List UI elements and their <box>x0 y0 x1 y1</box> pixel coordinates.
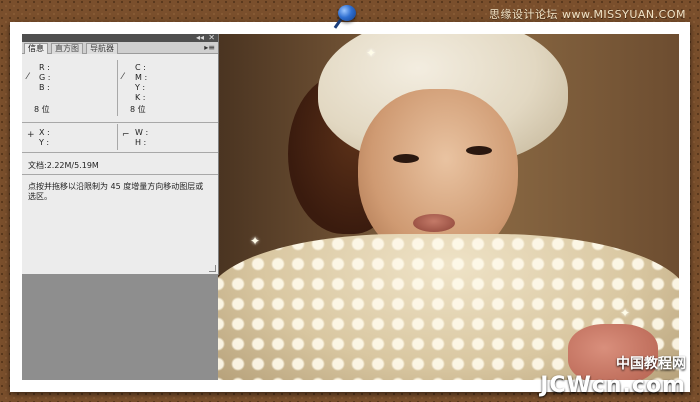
sparkle-icon: ✦ <box>366 46 377 60</box>
panel-divider <box>22 174 218 175</box>
panel-tabs: 信息 直方图 导航器 ▸≡ <box>22 42 218 54</box>
eyedropper-icon: ⁄ <box>27 72 29 82</box>
info-panel: ◂◂ ✕ 信息 直方图 导航器 ▸≡ ⁄ R : G : B : 8 位 ⁄ C… <box>22 34 219 275</box>
info-h: H : <box>135 138 147 147</box>
push-pin-icon <box>338 5 356 21</box>
info-r: R : <box>39 63 50 72</box>
tab-info[interactable]: 信息 <box>24 43 48 54</box>
tab-histogram[interactable]: 直方图 <box>51 43 83 54</box>
brand-watermark: 中国教程网 JCWcn.com <box>540 353 686 398</box>
info-g: G : <box>39 73 51 82</box>
brand-cn: 中国教程网 <box>616 356 686 372</box>
info-rgb-bits: 8 位 <box>34 105 50 114</box>
screenshot-content: ✦ ✦ ✦ ◂◂ ✕ 信息 直方图 导航器 ▸≡ ⁄ R : G : B : 8… <box>22 34 679 380</box>
info-c: C : <box>135 63 146 72</box>
sparkle-icon: ✦ <box>620 306 631 320</box>
photo-eye-right <box>466 146 492 155</box>
info-k: K : <box>135 93 146 102</box>
tab-navigator[interactable]: 导航器 <box>86 43 118 54</box>
panel-title-bar[interactable]: ◂◂ ✕ <box>22 34 218 42</box>
site-watermark: 思缘设计论坛 www.MISSYUAN.COM <box>488 8 686 21</box>
photo-lips <box>413 214 455 232</box>
collapse-icon[interactable]: ◂◂ <box>196 34 204 42</box>
eyedropper-icon: ⁄ <box>122 72 124 82</box>
photo-eye-left <box>393 154 419 163</box>
panel-divider <box>22 122 218 123</box>
info-m: M : <box>135 73 148 82</box>
tool-hint: 点按并拖移以沿限制为 45 度增量方向移动图层或选区。 <box>28 182 204 201</box>
resize-grip-icon[interactable] <box>209 265 216 272</box>
document-size: 文档:2.22M/5.19M <box>28 161 99 170</box>
panel-divider <box>117 124 118 150</box>
panel-menu-icon[interactable]: ▸≡ <box>204 42 215 53</box>
panel-divider <box>117 60 118 116</box>
brand-en: JCWcn.com <box>540 373 686 398</box>
info-x: X : <box>39 128 50 137</box>
empty-workspace <box>22 274 218 380</box>
info-y: Y : <box>135 83 146 92</box>
crosshair-icon: + <box>27 130 35 140</box>
selection-size-icon: ⌐ <box>122 130 130 140</box>
info-cmyk-bits: 8 位 <box>130 105 146 114</box>
panel-divider <box>22 152 218 153</box>
info-y-coord: Y : <box>39 138 50 147</box>
sparkle-icon: ✦ <box>250 234 261 248</box>
close-icon[interactable]: ✕ <box>208 34 215 42</box>
info-w: W : <box>135 128 149 137</box>
document-canvas[interactable]: ✦ ✦ ✦ <box>218 34 679 380</box>
info-b: B : <box>39 83 50 92</box>
